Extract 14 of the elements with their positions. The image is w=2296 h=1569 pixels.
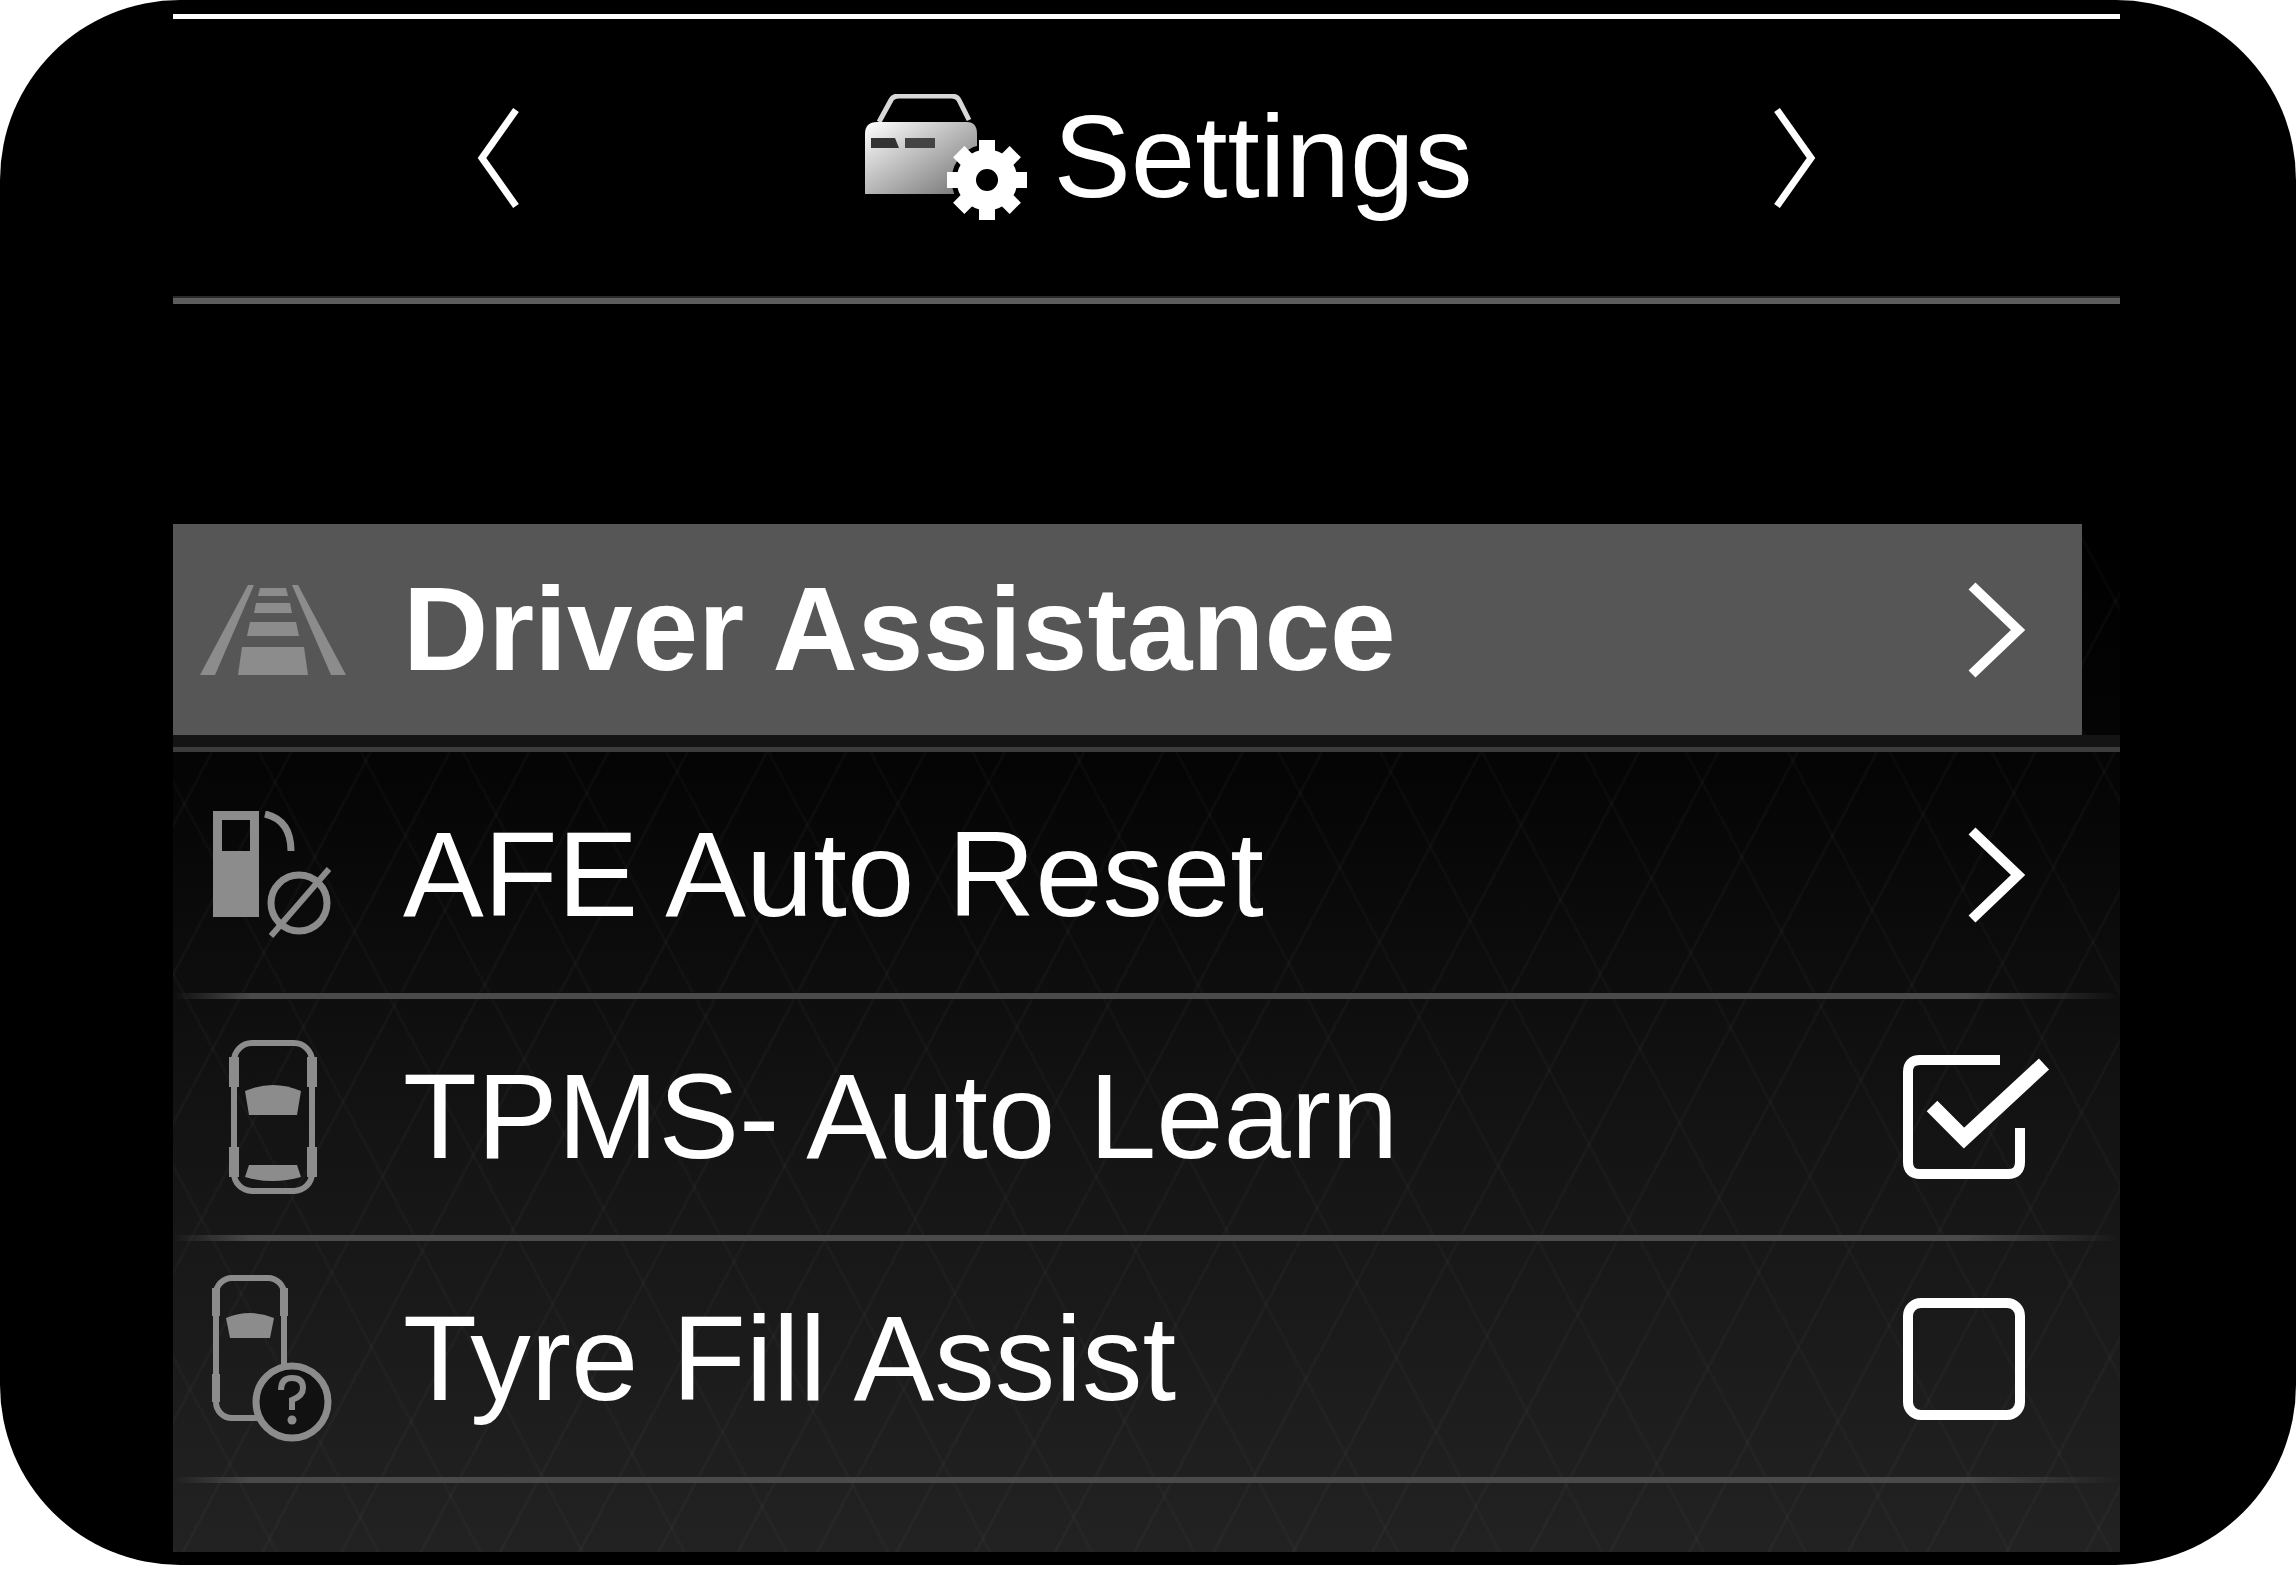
menu-item[interactable]: TPMS- Auto Learn	[173, 999, 2082, 1235]
car-gear-icon	[865, 93, 1028, 222]
menu-item[interactable]: Tyre Fill Assist	[173, 1241, 2082, 1477]
road-lanes-icon	[200, 584, 346, 675]
car-question-icon	[212, 1274, 334, 1444]
fuel-pump-icon	[213, 811, 333, 939]
menu-item[interactable]: Driver Assistance	[173, 524, 2082, 735]
checkbox[interactable]	[1902, 1297, 2026, 1421]
checkbox[interactable]	[1902, 1054, 2050, 1180]
screen-title: Settings	[1053, 91, 1473, 224]
chevron-left-icon[interactable]	[476, 105, 521, 210]
chevron-right-icon[interactable]	[1772, 105, 1817, 210]
menu-item[interactable]: AFE Auto Reset	[173, 757, 2082, 993]
car-top-view-icon	[229, 1039, 317, 1195]
